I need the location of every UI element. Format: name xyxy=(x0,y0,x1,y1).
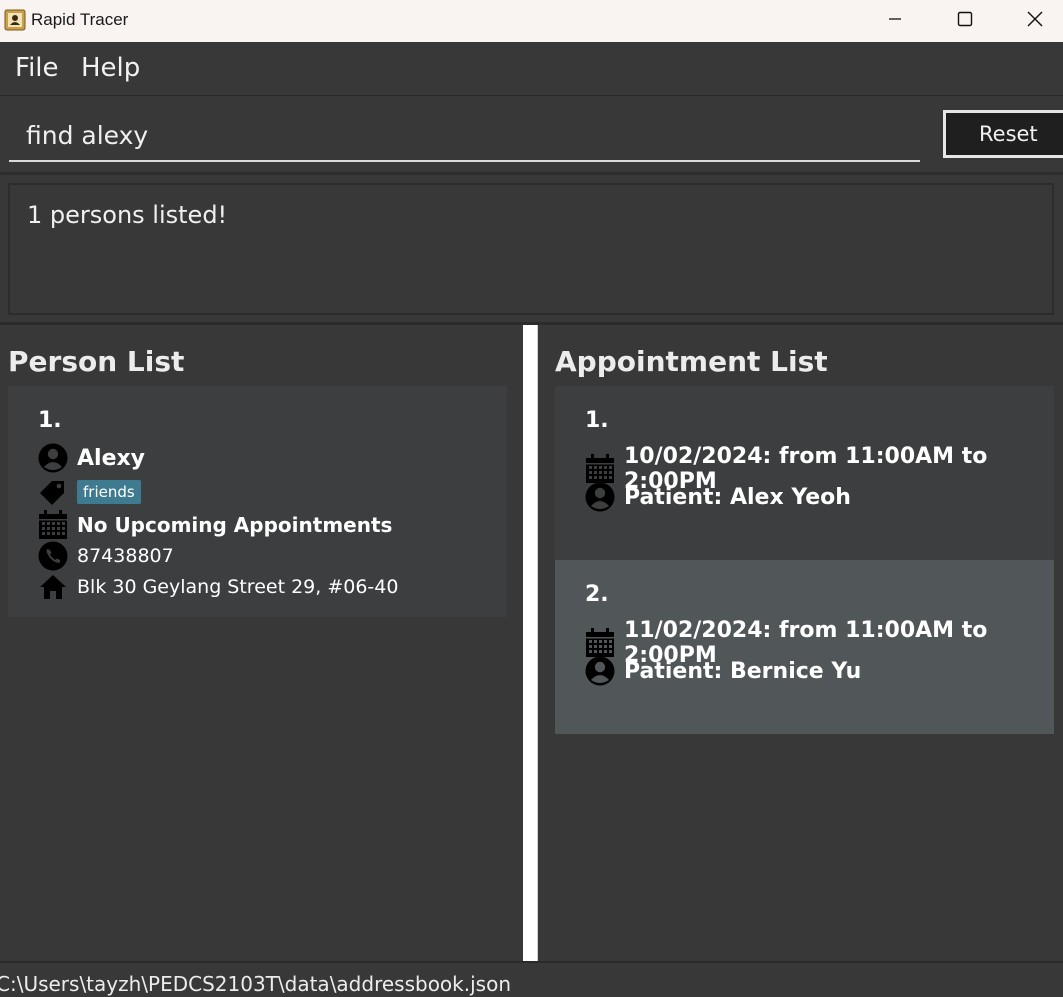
person-icon xyxy=(585,482,615,512)
person-phone: 87438807 xyxy=(77,545,174,567)
calendar-icon xyxy=(585,628,615,658)
appointment-card[interactable]: 1. 10/02/2024: from 11:00AM to 2:00PM Pa… xyxy=(555,386,1054,560)
reset-button[interactable]: Reset xyxy=(943,110,1063,158)
appointment-patient: Patient: Bernice Yu xyxy=(624,658,862,684)
person-address: Blk 30 Geylang Street 29, #06-40 xyxy=(77,576,399,598)
result-display[interactable]: 1 persons listed! xyxy=(8,183,1054,315)
home-icon xyxy=(38,572,68,602)
data-file-path: C:\Users\tayzh\PEDCS2103T\data\addressbo… xyxy=(0,972,511,996)
split-pane-divider[interactable] xyxy=(523,325,538,961)
minimize-button[interactable] xyxy=(860,0,930,42)
person-card[interactable]: 1. Alexy friends No Upcoming Appointment… xyxy=(8,386,507,617)
menu-bar: File Help xyxy=(0,42,1063,96)
calendar-icon xyxy=(585,454,615,484)
tag-icon xyxy=(38,477,68,507)
maximize-button[interactable] xyxy=(930,0,1000,42)
menu-file[interactable]: File xyxy=(15,53,59,83)
calendar-icon xyxy=(38,510,68,540)
appointment-card-selected[interactable]: 2. 11/02/2024: from 11:00AM to 2:00PM Pa… xyxy=(555,560,1054,734)
command-input[interactable] xyxy=(9,110,920,162)
command-area: Reset xyxy=(0,97,1063,175)
close-icon xyxy=(1027,11,1043,31)
minimize-icon xyxy=(887,11,903,31)
appointment-index: 1. xyxy=(585,408,609,433)
tag-friends: friends xyxy=(77,480,141,504)
appointment-patient: Patient: Alex Yeoh xyxy=(624,484,851,510)
appointment-list-title: Appointment List xyxy=(555,345,828,378)
person-list-title: Person List xyxy=(8,345,185,378)
person-name: Alexy xyxy=(77,445,146,471)
menu-help[interactable]: Help xyxy=(81,53,140,83)
app-icon xyxy=(4,9,26,31)
appointment-index: 2. xyxy=(585,582,609,607)
person-icon xyxy=(38,443,68,473)
status-bar: C:\Users\tayzh\PEDCS2103T\data\addressbo… xyxy=(0,961,1063,997)
title-bar: Rapid Tracer xyxy=(0,0,1063,42)
maximize-icon xyxy=(957,11,973,31)
result-message: 1 persons listed! xyxy=(27,201,228,229)
close-button[interactable] xyxy=(1000,0,1063,42)
window-title: Rapid Tracer xyxy=(31,10,129,29)
phone-icon xyxy=(38,541,68,571)
appointment-status: No Upcoming Appointments xyxy=(77,513,393,537)
person-index: 1. xyxy=(38,408,62,433)
person-icon xyxy=(585,656,615,686)
